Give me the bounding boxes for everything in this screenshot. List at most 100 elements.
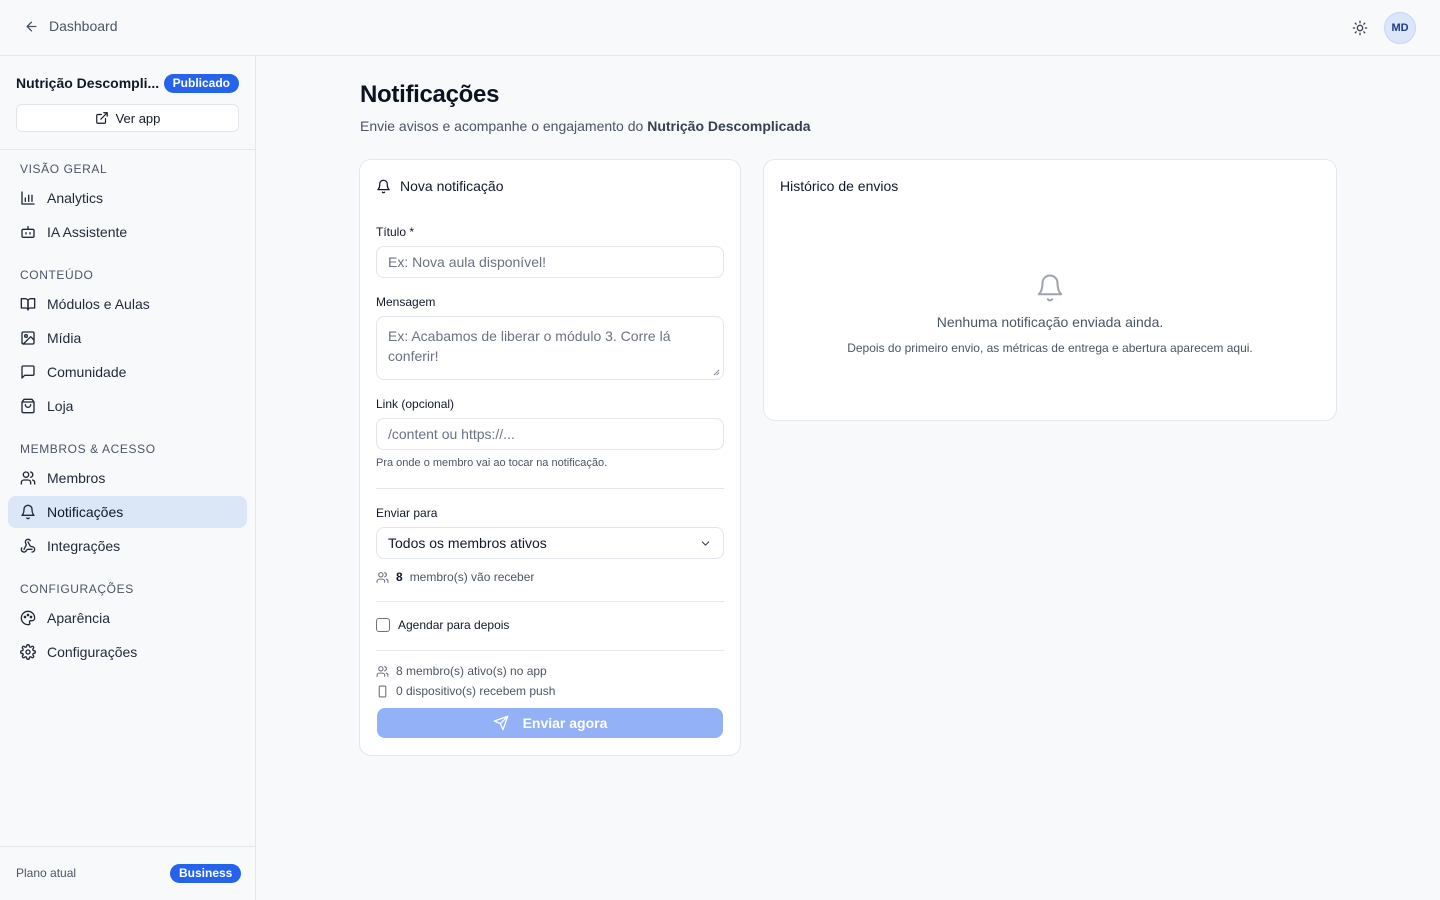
users-icon	[376, 571, 389, 583]
devices-row: 0 dispositivo(s) recebem push	[376, 684, 555, 698]
empty-state-title: Nenhuma notificação enviada ainda.	[936, 314, 1164, 330]
title-label: Título *	[376, 225, 415, 239]
message-label: Mensagem	[376, 295, 436, 309]
user-avatar[interactable]: MD	[1384, 12, 1416, 44]
page-subtitle: Envie avisos e acompanhe o engajamento d…	[360, 118, 811, 134]
sidebar: Nutrição Descompli... Publicado Ver app …	[0, 56, 256, 900]
external-link-icon	[95, 112, 108, 124]
book-open-icon	[20, 298, 36, 311]
send-icon	[493, 715, 508, 731]
send-now-label: Enviar agora	[522, 715, 608, 731]
link-label: Link (opcional)	[376, 397, 455, 411]
schedule-checkbox-row[interactable]: Agendar para depois	[376, 618, 509, 632]
sidebar-divider	[0, 149, 255, 150]
form-divider	[376, 650, 724, 651]
sidebar-item-label: Loja	[47, 398, 74, 414]
sun-icon	[1352, 20, 1368, 36]
plan-badge: Business	[170, 864, 242, 883]
sidebar-item-label: IA Assistente	[47, 224, 128, 240]
send-to-label: Enviar para	[376, 506, 438, 520]
message-placeholder: Ex: Acabamos de liberar o módulo 3. Corr…	[388, 328, 671, 364]
title-input[interactable]: Ex: Nova aula disponível!	[376, 246, 724, 278]
status-badge: Publicado	[163, 73, 239, 93]
new-notification-card: Nova notificação Título * Ex: Nova aula …	[359, 159, 741, 756]
devices-text: 0 dispositivo(s) recebem push	[396, 684, 556, 698]
sidebar-item-label: Notificações	[47, 504, 124, 520]
sidebar-item-notificacoes[interactable]: Notificações	[8, 496, 247, 528]
chevron-down-icon	[701, 540, 710, 546]
recipients-count: 8	[396, 570, 403, 584]
card-title-text: Nova notificação	[400, 178, 504, 194]
app-name: Nutrição Descompli...	[16, 75, 160, 91]
recipients-count-row: 8 membro(s) vão receber	[376, 570, 534, 584]
sidebar-item-label: Mídia	[47, 330, 82, 346]
card-title: Nova notificação	[376, 178, 504, 194]
bell-icon	[377, 179, 390, 193]
arrow-left-icon	[26, 21, 37, 31]
send-to-select[interactable]: Todos os membros ativos	[376, 527, 724, 559]
sidebar-item-aparencia[interactable]: Aparência	[8, 602, 247, 634]
bar-chart-icon	[21, 191, 35, 205]
link-input[interactable]: /content ou https://...	[376, 418, 724, 450]
palette-icon	[20, 610, 36, 626]
message-textarea[interactable]: Ex: Acabamos de liberar o módulo 3. Corr…	[376, 316, 724, 380]
app-header: Nutrição Descompli... Publicado	[16, 73, 239, 93]
send-to-value: Todos os membros ativos	[388, 535, 547, 551]
plan-divider	[0, 846, 255, 847]
form-divider	[376, 488, 724, 489]
subtitle-prefix: Envie avisos e acompanhe o engajamento d…	[360, 118, 648, 134]
gear-icon	[20, 644, 36, 660]
smartphone-icon	[378, 685, 387, 697]
shopping-bag-icon	[21, 398, 35, 414]
bell-icon	[1037, 274, 1063, 302]
back-to-dashboard-link[interactable]: Dashboard	[24, 18, 118, 34]
sidebar-item-label: Configurações	[47, 644, 138, 660]
link-hint: Pra onde o membro vai ao tocar na notifi…	[376, 457, 608, 469]
section-conteudo: CONTEÚDO	[20, 268, 94, 282]
bot-icon	[21, 226, 35, 238]
section-visao-geral: VISÃO GERAL	[20, 162, 108, 176]
sidebar-item-membros[interactable]: Membros	[8, 462, 247, 494]
schedule-label: Agendar para depois	[398, 618, 510, 632]
back-label: Dashboard	[49, 18, 118, 34]
sidebar-item-label: Comunidade	[47, 364, 127, 380]
resize-handle-icon[interactable]	[713, 369, 720, 376]
users-icon	[376, 665, 389, 677]
sidebar-item-ia-assistente[interactable]: IA Assistente	[8, 216, 247, 248]
send-now-button[interactable]: Enviar agora	[377, 708, 723, 738]
image-icon	[21, 331, 35, 345]
active-members-row: 8 membro(s) ativo(s) no app	[376, 664, 547, 678]
sidebar-item-configuracoes[interactable]: Configurações	[8, 636, 247, 668]
sidebar-item-label: Membros	[47, 470, 106, 486]
view-app-label: Ver app	[115, 110, 161, 126]
webhook-icon	[20, 538, 36, 553]
sidebar-item-label: Aparência	[47, 610, 111, 626]
sidebar-item-modulos[interactable]: Módulos e Aulas	[8, 288, 247, 320]
history-card: Histórico de envios Nenhuma notificação …	[763, 159, 1337, 421]
sidebar-item-midia[interactable]: Mídia	[8, 322, 247, 354]
sidebar-item-label: Módulos e Aulas	[47, 296, 150, 312]
recipients-text: membro(s) vão receber	[409, 570, 535, 584]
view-app-button[interactable]: Ver app	[16, 104, 239, 132]
section-membros-acesso: MEMBROS & ACESSO	[20, 442, 156, 456]
schedule-checkbox[interactable]	[376, 618, 390, 632]
active-members-text: 8 membro(s) ativo(s) no app	[396, 664, 547, 678]
plan-label: Plano atual	[16, 866, 77, 880]
sidebar-item-label: Integrações	[47, 538, 121, 554]
history-title: Histórico de envios	[780, 178, 899, 194]
page-title: Notificações	[360, 81, 500, 108]
sidebar-item-comunidade[interactable]: Comunidade	[8, 356, 247, 388]
bell-icon	[21, 504, 35, 520]
message-square-icon	[21, 365, 35, 379]
sidebar-item-analytics[interactable]: Analytics	[8, 182, 247, 214]
theme-toggle-button[interactable]	[1350, 18, 1370, 38]
sidebar-item-label: Analytics	[47, 190, 104, 206]
form-divider	[376, 601, 724, 602]
empty-state-subtitle: Depois do primeiro envio, as métricas de…	[847, 341, 1253, 355]
section-configuracoes: CONFIGURAÇÕES	[20, 582, 134, 596]
users-icon	[20, 471, 36, 485]
top-bar: Dashboard MD	[0, 0, 1440, 56]
sidebar-item-integracoes[interactable]: Integrações	[8, 530, 247, 562]
subtitle-app-name: Nutrição Descomplicada	[647, 118, 811, 134]
sidebar-item-loja[interactable]: Loja	[8, 390, 247, 422]
